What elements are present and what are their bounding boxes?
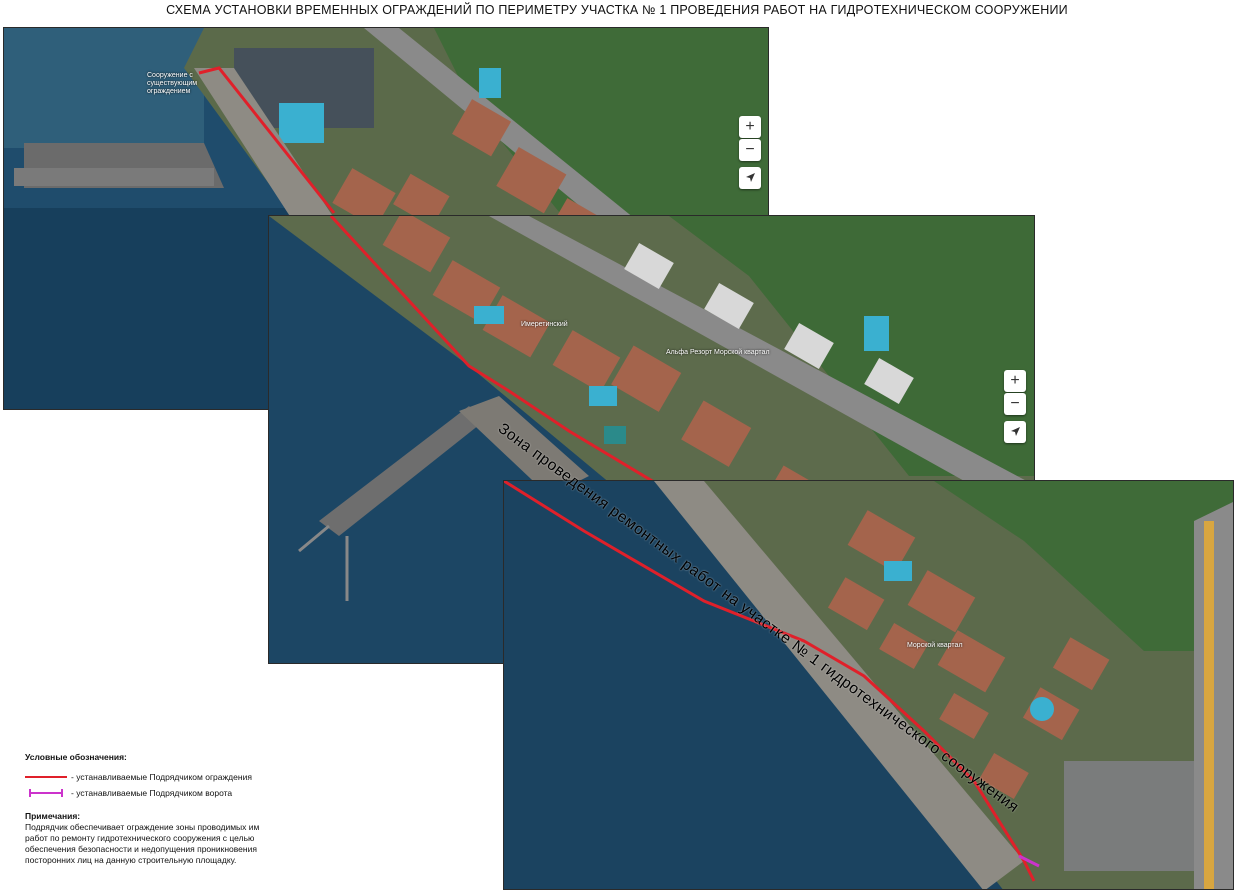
- zoom-in-button-1[interactable]: +: [739, 116, 761, 138]
- locate-button-2[interactable]: [1004, 421, 1026, 443]
- legend-gate-row: - устанавливаемые Подрядчиком ворота: [25, 785, 265, 801]
- navigation-arrow-icon: [1011, 427, 1020, 436]
- legend-header: Условные обозначения:: [25, 752, 127, 762]
- navigation-arrow-icon: [746, 173, 755, 182]
- zoom-out-button-2[interactable]: −: [1004, 393, 1026, 415]
- zoom-in-button-2[interactable]: +: [1004, 370, 1026, 392]
- legend-fence-row: - устанавливаемые Подрядчиком ограждения: [25, 769, 265, 785]
- notes-text: Подрядчик обеспечивает ограждение зоны п…: [25, 822, 260, 865]
- structure-note-label: Сооружение с существующим ограждением: [147, 72, 198, 95]
- map-tile-3[interactable]: [503, 480, 1234, 890]
- map-title: СХЕМА УСТАНОВКИ ВРЕМЕННЫХ ОГРАЖДЕНИЙ ПО …: [166, 3, 1068, 17]
- locate-button-1[interactable]: [739, 167, 761, 189]
- fence-line-icon: [25, 772, 67, 782]
- legend-fence-label: - устанавливаемые Подрядчиком ограждения: [71, 771, 252, 782]
- imeretinsky-label: Имеретинский: [521, 321, 568, 328]
- morskoy-kvartal-label: Морской квартал: [907, 642, 963, 649]
- gate-line-icon: [25, 788, 67, 798]
- notes-header: Примечания:: [25, 811, 81, 821]
- legend-gate-label: - устанавливаемые Подрядчиком ворота: [71, 787, 233, 798]
- zoom-out-button-1[interactable]: −: [739, 139, 761, 161]
- legend: Условные обозначения: - устанавливаемые …: [25, 752, 265, 866]
- alfa-kvartal-label: Альфа Резорт Морской квартал: [666, 349, 770, 356]
